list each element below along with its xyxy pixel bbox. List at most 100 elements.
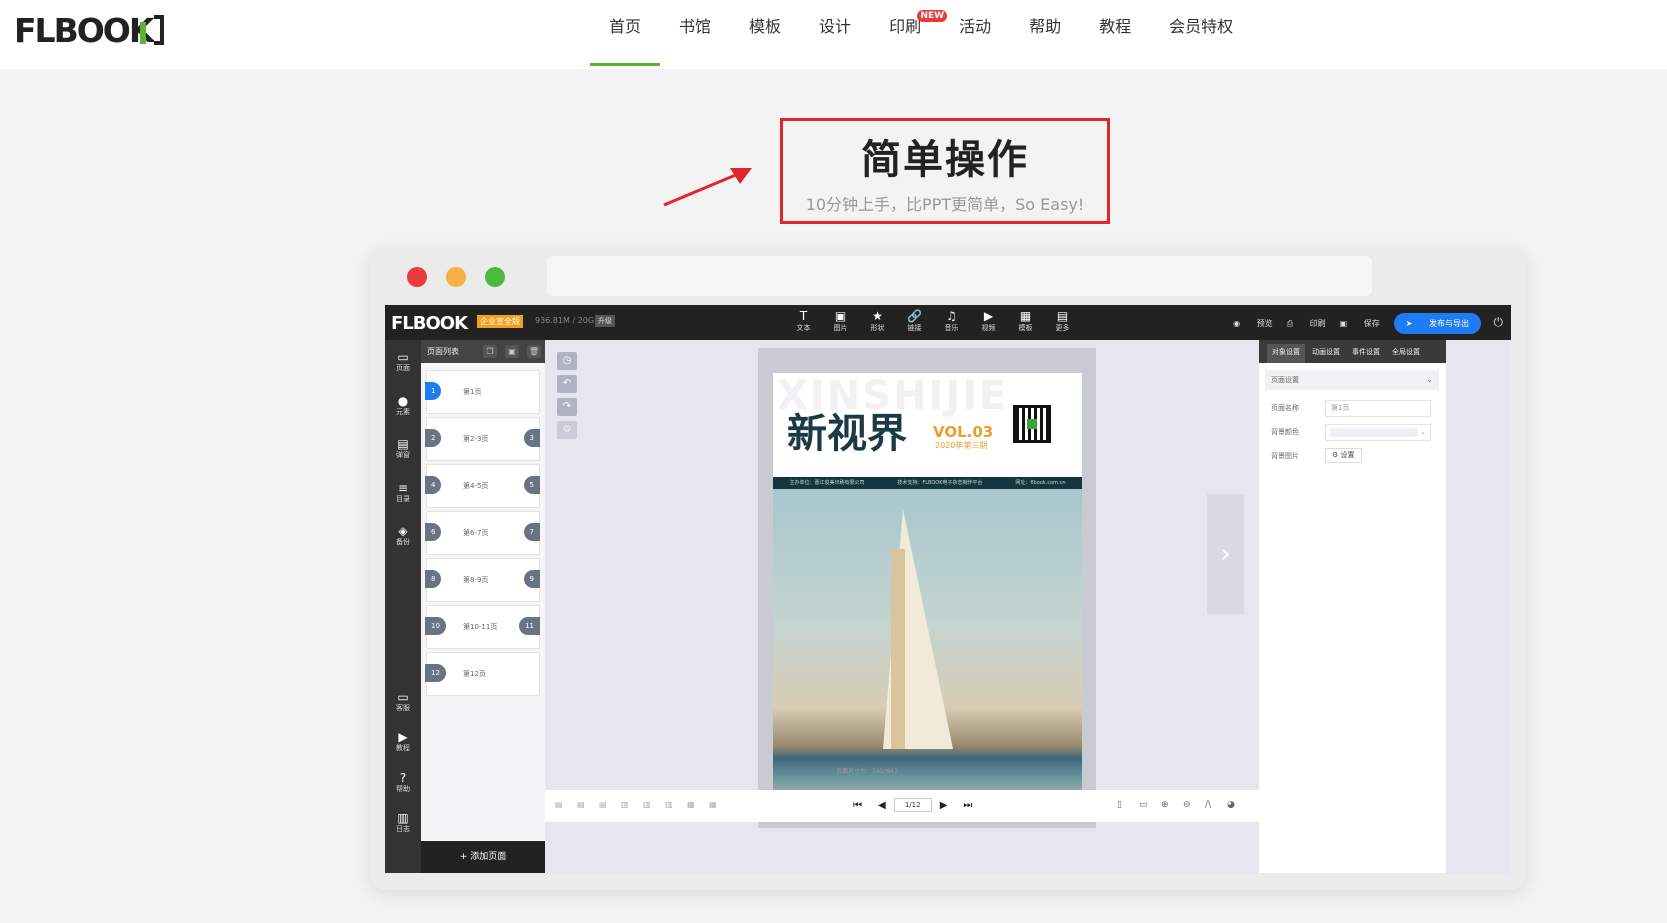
nav-item-design[interactable]: 设计	[800, 0, 870, 69]
nav-item-events[interactable]: 活动	[940, 0, 1010, 69]
tool-video[interactable]: ▶ 视频	[970, 308, 1007, 333]
editor-sidebar: ▭ 页面 ● 元素 ▤ 弹窗 ≡ 目录 ◈ 备份 ▭ 客服 ▶ 教程 ? 帮助 ▥ 日志	[385, 340, 421, 873]
nav-item-library[interactable]: 书馆	[660, 0, 730, 69]
single-page-icon[interactable]: ▯	[1117, 800, 1139, 810]
tool-image[interactable]: ▣ 图片	[822, 308, 859, 333]
page-settings-section[interactable]: 页面设置 ⌄	[1265, 370, 1439, 390]
last-page-icon[interactable]: ⏭	[963, 800, 972, 811]
tab-object[interactable]: 对象设置	[1267, 344, 1305, 363]
zoom-out-icon[interactable]: ⊖	[1183, 800, 1205, 810]
side-item-help[interactable]: ? 帮助	[385, 771, 421, 794]
bg-color-picker[interactable]: ⌄	[1325, 424, 1431, 441]
save-button[interactable]: ▣ 保存	[1340, 318, 1380, 329]
tool-label: 链接	[907, 324, 922, 332]
nav-item-tutorials[interactable]: 教程	[1080, 0, 1150, 69]
side-label: 客服	[396, 704, 410, 712]
bg-image-set-button[interactable]: ⚙ 设置	[1325, 448, 1362, 463]
add-page-button[interactable]: + 添加页面	[421, 841, 545, 873]
page-item[interactable]: 6 第6-7页 7	[425, 511, 540, 555]
publish-button[interactable]: ➤ 发布与导出	[1393, 313, 1481, 334]
log-icon: ▥	[397, 811, 409, 825]
side-label: 目录	[396, 495, 410, 503]
power-icon[interactable]: ⏻	[1494, 315, 1504, 330]
layers-icon: ◈	[398, 524, 408, 538]
page-item[interactable]: 2 第2-3页 3	[425, 417, 540, 461]
nav-item-templates[interactable]: 模板	[730, 0, 800, 69]
duplicate-page-icon[interactable]: ▣	[505, 345, 519, 358]
page-item[interactable]: 1 第1页	[425, 370, 540, 414]
logo-mark-icon	[140, 15, 165, 45]
tool-link[interactable]: 🔗 链接	[896, 308, 933, 333]
page-item[interactable]: 8 第8-9页 9	[425, 558, 540, 602]
tool-text[interactable]: T 文本	[785, 308, 822, 333]
nav-item-vip[interactable]: 会员特权	[1150, 0, 1252, 69]
side-item-elements[interactable]: ● 元素	[385, 394, 421, 417]
cover-volume: VOL.03	[933, 423, 994, 441]
page-item[interactable]: 4 第4-5页 5	[425, 464, 540, 508]
nav-label: 首页	[609, 17, 642, 36]
page-name-input[interactable]: 第1页	[1325, 400, 1431, 417]
tool-template[interactable]: ▦ 模板	[1007, 308, 1044, 333]
side-item-support[interactable]: ▭ 客服	[385, 690, 421, 713]
side-item-log[interactable]: ▥ 日志	[385, 811, 421, 834]
tab-global[interactable]: 全局设置	[1387, 344, 1425, 363]
tool-label: 图片	[833, 324, 848, 332]
side-label: 页面	[396, 364, 410, 372]
zoom-in-icon[interactable]: ⊕	[1161, 800, 1183, 810]
upgrade-button[interactable]: 升级	[595, 315, 615, 327]
side-label: 弹窗	[396, 451, 410, 459]
side-item-backup[interactable]: ◈ 备份	[385, 524, 421, 547]
align-left-icon[interactable]: ▤	[555, 800, 577, 809]
tool-shape[interactable]: ★ 形状	[859, 308, 896, 333]
tool-music[interactable]: ♫ 音乐	[933, 308, 970, 333]
play-icon: ▶	[983, 309, 994, 323]
page-input[interactable]: 1/12	[893, 798, 932, 812]
prev-page-icon[interactable]: ◀	[878, 800, 886, 811]
side-item-toc[interactable]: ≡ 目录	[385, 481, 421, 504]
ruler-icon[interactable]: /\	[1205, 800, 1227, 810]
settings-icon[interactable]: ⚙	[557, 421, 577, 439]
first-page-icon[interactable]: ⏮	[853, 800, 862, 811]
tool-more[interactable]: ▤ 更多	[1044, 308, 1081, 333]
tool-label: 模板	[1018, 324, 1033, 332]
copy-page-icon[interactable]: ❐	[483, 345, 497, 358]
align-top-icon[interactable]: ▥	[621, 800, 643, 809]
next-page-icon[interactable]: ▶	[940, 800, 948, 811]
nav-item-home[interactable]: 首页	[590, 0, 661, 69]
palette-icon[interactable]: ◕	[1227, 800, 1249, 810]
history-icon[interactable]: ◷	[557, 352, 577, 370]
side-item-tutorial[interactable]: ▶ 教程	[385, 730, 421, 753]
cover-photo	[773, 489, 1082, 802]
cover-header: XINSHIJIE 新视界 VOL.03 2020年第三期	[773, 373, 1082, 475]
print-button[interactable]: ⎙ 印刷	[1287, 318, 1326, 329]
editor-bottom-bar: ▤ ▤ ▤ ▥ ▥ ▥ ▦ ▦ ⏮ ◀ 1/12 ▶ ⏭ ▯ ▭ ⊕ ⊖ /\ …	[545, 790, 1259, 822]
plan-badge: 企业宣全版	[477, 315, 523, 328]
flbook-logo[interactable]: FLBOOK	[14, 11, 165, 50]
tab-events[interactable]: 事件设置	[1347, 344, 1385, 363]
align-bottom-icon[interactable]: ▥	[665, 800, 687, 809]
align-middle-icon[interactable]: ▥	[643, 800, 665, 809]
redo-icon[interactable]: ↷	[557, 398, 577, 416]
editor-preview: FLBOOK 企业宣全版 936.81M / 20G 升级 T 文本 ▣ 图片 ★ 形…	[385, 305, 1511, 873]
align-right-icon[interactable]: ▤	[599, 800, 621, 809]
align-center-icon[interactable]: ▤	[577, 800, 599, 809]
side-item-popups[interactable]: ▤ 弹窗	[385, 437, 421, 460]
tab-animation[interactable]: 动画设置	[1307, 344, 1345, 363]
preview-button[interactable]: ◉ 预览	[1233, 318, 1273, 329]
side-item-pages[interactable]: ▭ 页面	[385, 350, 421, 373]
tool-label: 形状	[870, 324, 885, 332]
delete-page-icon[interactable]: 🗑	[527, 345, 541, 358]
page-item[interactable]: 10 第10-11页 11	[425, 605, 540, 649]
chat-icon: ▭	[397, 690, 409, 704]
nav-item-help[interactable]: 帮助	[1010, 0, 1080, 69]
magazine-cover[interactable]: XINSHIJIE 新视界 VOL.03 2020年第三期 主办单位：晋江俊美印…	[773, 373, 1082, 802]
page-list-title: 页面列表	[427, 347, 459, 356]
spread-icon[interactable]: ▭	[1139, 800, 1161, 810]
nav-item-print[interactable]: 印刷 NEW	[870, 0, 948, 69]
undo-icon[interactable]: ↶	[557, 375, 577, 393]
distribute-v-icon[interactable]: ▦	[709, 800, 731, 809]
align-tools: ▤ ▤ ▤ ▥ ▥ ▥ ▦ ▦	[555, 800, 731, 809]
next-page-arrow-icon[interactable]: ›	[1207, 494, 1244, 614]
distribute-h-icon[interactable]: ▦	[687, 800, 709, 809]
page-item[interactable]: 12 第12页	[425, 652, 540, 696]
